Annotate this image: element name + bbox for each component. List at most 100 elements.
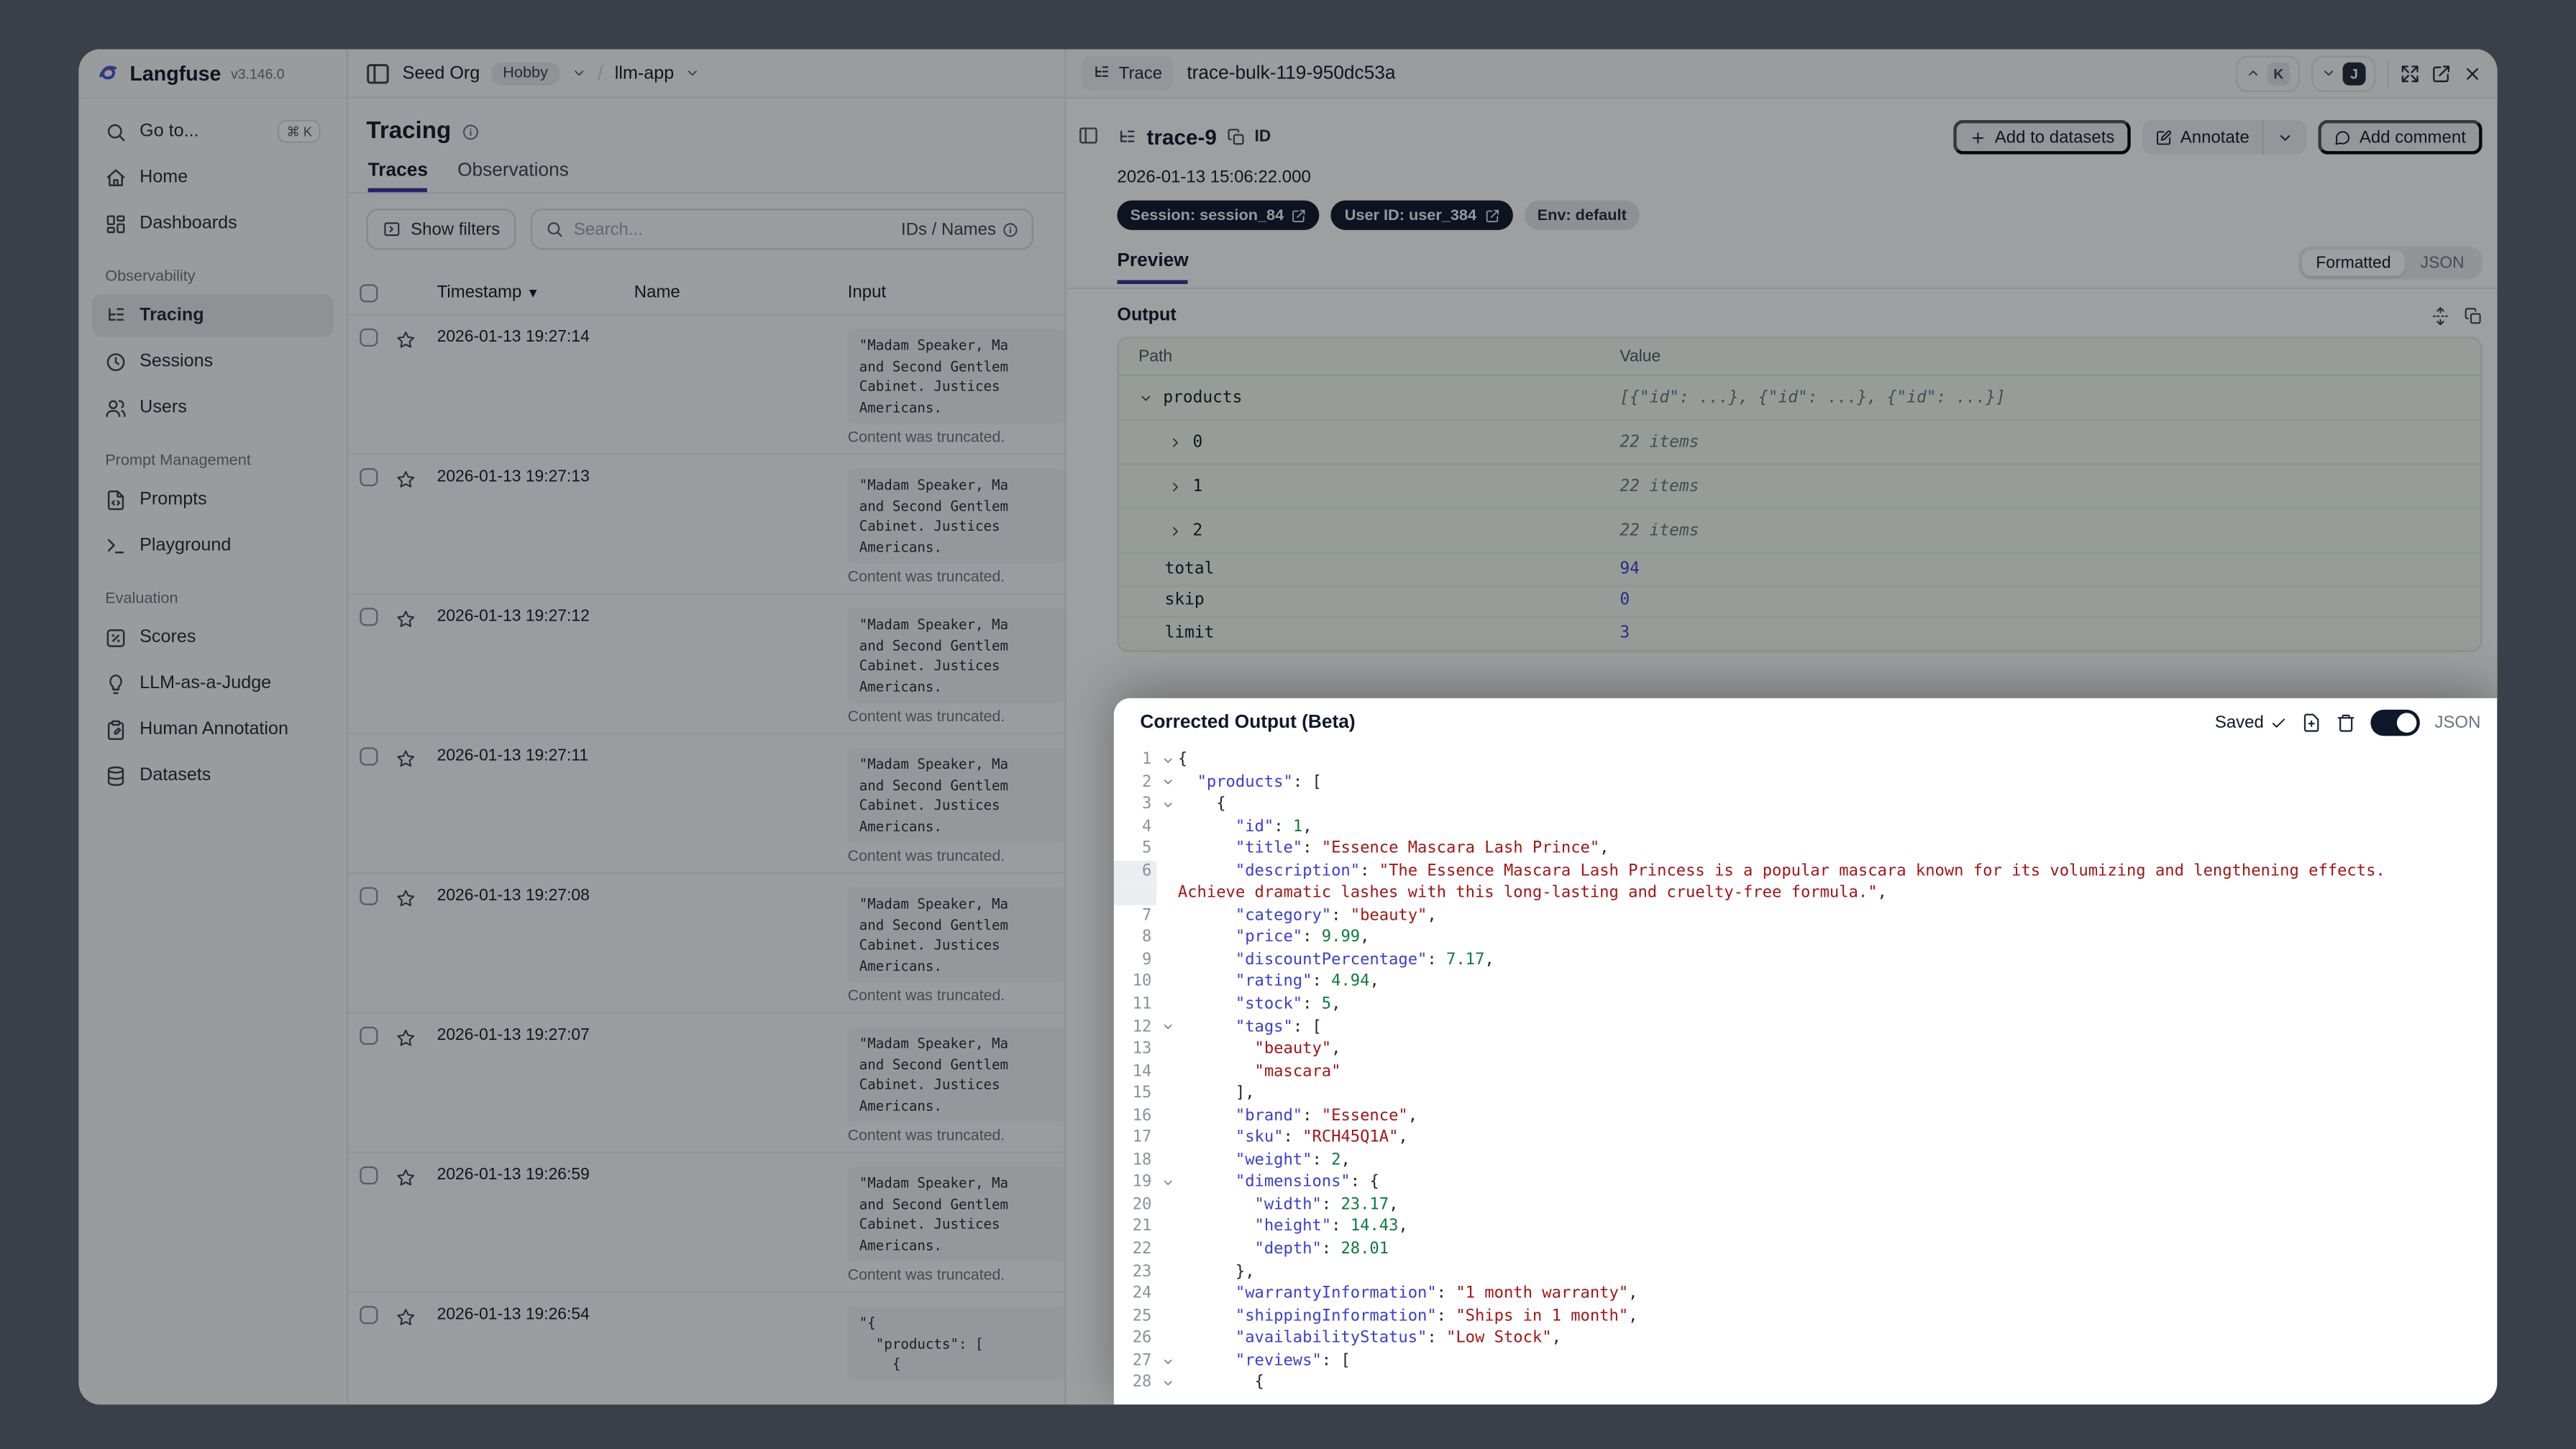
fold-icon[interactable]: [1156, 794, 1178, 816]
line-number: 7: [1142, 906, 1152, 925]
line-number: 14: [1132, 1062, 1152, 1081]
code-text: "title": "Essence Mascara Lash Prince",: [1235, 839, 1609, 858]
json-toggle-label: JSON: [2434, 712, 2481, 732]
code-text: "tags": [: [1235, 1018, 1322, 1036]
code-text: "stock": 5,: [1235, 995, 1341, 1014]
file-diff-icon[interactable]: [2301, 712, 2321, 731]
code-text: "price": 9.99,: [1235, 928, 1370, 947]
saved-status: Saved: [2215, 712, 2287, 732]
code-text: Achieve dramatic lashes with this long-l…: [1177, 884, 1887, 902]
line-number: 27: [1132, 1351, 1152, 1370]
code-line: 3 {: [1114, 794, 2497, 816]
line-number: 22: [1132, 1240, 1152, 1258]
code-line: 2 "products": [: [1114, 772, 2497, 794]
code-text: ],: [1235, 1084, 1255, 1103]
line-number: 21: [1132, 1217, 1152, 1236]
corrected-output-dialog: Corrected Output (Beta) Saved JSON 1{2 "…: [1113, 698, 2498, 1405]
code-text: "depth": 28.01: [1254, 1240, 1389, 1258]
fold-icon[interactable]: [1156, 1350, 1178, 1372]
code-text: "category": "beauty",: [1235, 906, 1437, 925]
line-number: 2: [1142, 772, 1152, 792]
code-line: 5 "title": "Essence Mascara Lash Prince"…: [1114, 838, 2497, 860]
line-number: 12: [1132, 1018, 1152, 1036]
fold-icon[interactable]: [1156, 772, 1178, 794]
line-number: 18: [1132, 1151, 1152, 1170]
fold-icon[interactable]: [1156, 1172, 1178, 1194]
code-text: "weight": 2,: [1235, 1151, 1351, 1170]
code-line: 13 "beauty",: [1114, 1038, 2497, 1061]
app-window: Langfuse v3.146.0 Go to... ⌘ K Home Dashb…: [78, 49, 2498, 1405]
fold-icon[interactable]: [1156, 1372, 1178, 1394]
code-line: 6 "description": "The Essence Mascara La…: [1113, 860, 2497, 883]
code-text: "discountPercentage": 7.17,: [1235, 951, 1494, 969]
code-line: 16 "brand": "Essence",: [1114, 1105, 2497, 1128]
line-number: 15: [1132, 1084, 1152, 1103]
code-line: 4 "id": 1,: [1114, 816, 2497, 838]
code-text: "description": "The Essence Mascara Lash…: [1235, 861, 2385, 880]
code-line: 9 "discountPercentage": 7.17,: [1114, 949, 2497, 972]
code-line: 23 },: [1114, 1261, 2497, 1283]
line-number: 3: [1142, 795, 1152, 813]
line-number: 19: [1132, 1173, 1152, 1192]
trash-icon[interactable]: [2336, 712, 2355, 731]
code-line: 7 "category": "beauty",: [1114, 905, 2497, 927]
line-number: 6: [1113, 860, 1157, 883]
json-code-editor[interactable]: 1{2 "products": [3 {4 "id": 1, 5 "title":…: [1113, 749, 2497, 1404]
code-text: {: [1216, 795, 1226, 813]
code-line: 15 ],: [1114, 1083, 2497, 1105]
code-text: {: [1177, 750, 1188, 769]
line-number: 8: [1142, 928, 1152, 947]
line-number: 16: [1132, 1107, 1152, 1125]
line-number: 17: [1132, 1129, 1152, 1148]
code-line: 8 "price": 9.99,: [1114, 927, 2497, 949]
line-number: 20: [1132, 1195, 1152, 1215]
code-line: 21 "height": 14.43,: [1114, 1217, 2497, 1239]
code-line: 27 "reviews": [: [1114, 1350, 2497, 1372]
code-line: 19 "dimensions": {: [1114, 1172, 2497, 1194]
fold-icon[interactable]: [1156, 749, 1178, 772]
code-text: "id": 1,: [1235, 817, 1312, 836]
code-text: },: [1235, 1262, 1255, 1281]
code-line: 17 "sku": "RCH45Q1A",: [1114, 1128, 2497, 1150]
code-line: 20 "width": 23.17,: [1114, 1194, 2497, 1217]
code-text: "beauty",: [1254, 1040, 1341, 1059]
code-line: Achieve dramatic lashes with this long-l…: [1113, 882, 2497, 905]
code-line: 14 "mascara": [1114, 1061, 2497, 1083]
code-line: 18 "weight": 2,: [1114, 1150, 2497, 1172]
line-number: 26: [1132, 1329, 1152, 1348]
line-number: 25: [1132, 1307, 1152, 1325]
code-text: "mascara": [1254, 1062, 1341, 1081]
line-number: 4: [1142, 817, 1152, 836]
fold-icon[interactable]: [1156, 1016, 1178, 1038]
code-text: "availabilityStatus": "Low Stock",: [1235, 1329, 1561, 1348]
code-text: "rating": 4.94,: [1235, 973, 1379, 992]
line-number: 23: [1132, 1262, 1152, 1281]
code-line: 26 "availabilityStatus": "Low Stock",: [1114, 1327, 2497, 1350]
stage: Langfuse v3.146.0 Go to... ⌘ K Home Dashb…: [0, 0, 2576, 1449]
code-text: "warrantyInformation": "1 month warranty…: [1235, 1284, 1638, 1303]
line-number: 5: [1142, 839, 1152, 858]
line-number: 24: [1132, 1284, 1152, 1303]
code-line: 10 "rating": 4.94,: [1114, 972, 2497, 994]
json-toggle[interactable]: [2370, 708, 2420, 736]
line-number: 1: [1142, 750, 1152, 769]
code-line: 24 "warrantyInformation": "1 month warra…: [1114, 1283, 2497, 1305]
line-number: 9: [1142, 951, 1152, 969]
